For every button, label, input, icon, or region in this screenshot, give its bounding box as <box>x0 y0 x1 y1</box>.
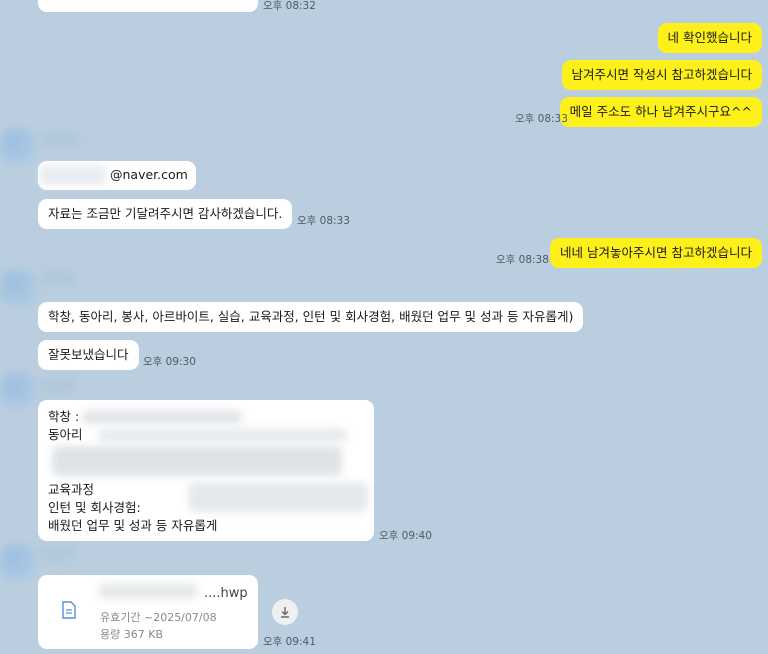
file-attachment-card[interactable]: ....hwp 유효기간 ~2025/07/08 용량 367 KB <box>38 575 298 649</box>
message-line: 인턴 및 회사경험: <box>48 500 141 515</box>
redacted-filename <box>98 583 198 599</box>
message-bubble-mine[interactable]: 남겨주시면 작성시 참고하겠습니다 <box>561 60 762 90</box>
redacted-text <box>188 482 368 512</box>
message-line: 학창 : <box>48 409 80 424</box>
message-text: 잘못보냈습니다 <box>48 347 129 362</box>
message-time: 오후 08:33 <box>297 215 350 227</box>
avatar[interactable] <box>0 128 36 164</box>
message-bubble-mine[interactable]: 메일 주소도 하나 남겨주시구요^^ <box>559 97 762 127</box>
message-bubble-mine[interactable]: 네네 남겨놓아주시면 참고하겠습니다 <box>550 238 762 268</box>
message-text: 네네 남겨놓아주시면 참고하겠습니다 <box>560 245 752 260</box>
message-time: 오후 08:38 <box>496 254 549 266</box>
message-text: @naver.com <box>110 167 188 182</box>
message-time: 오후 09:40 <box>379 530 432 542</box>
message-time: 오후 08:33 <box>515 113 568 125</box>
message-text: 네 확인했습니다 <box>667 30 752 45</box>
document-icon <box>62 601 76 619</box>
message-time: 오후 09:41 <box>263 636 316 648</box>
message-bubble-partial[interactable] <box>38 0 258 12</box>
redacted-text <box>82 410 242 424</box>
message-bubble-theirs[interactable]: @naver.com <box>38 161 196 190</box>
avatar[interactable] <box>0 270 36 306</box>
redacted-name <box>40 546 74 560</box>
message-line: 배웠던 업무 및 성과 등 자유롭게 <box>48 518 218 533</box>
message-line: 동아리 <box>48 427 83 442</box>
file-expiry: 유효기간 ~2025/07/08 <box>100 611 217 624</box>
download-icon <box>281 607 289 618</box>
redacted-name <box>40 272 76 286</box>
message-line: 교육과정 <box>48 482 95 497</box>
message-time: 오후 08:32 <box>263 0 316 12</box>
message-bubble-mine[interactable]: 네 확인했습니다 <box>657 23 762 53</box>
avatar[interactable] <box>0 372 36 408</box>
download-button[interactable] <box>272 599 298 625</box>
message-bubble-theirs[interactable]: 학창, 동아리, 봉사, 아르바이트, 실습, 교육과정, 인턴 및 회사경험,… <box>38 302 584 332</box>
redacted-text <box>52 446 342 476</box>
message-text: 자료는 조금만 기달려주시면 감사하겠습니다. <box>48 206 283 221</box>
message-bubble-theirs[interactable]: 잘못보냈습니다 <box>38 340 139 370</box>
file-name: ....hwp <box>204 586 248 601</box>
message-text: 메일 주소도 하나 남겨주시구요^^ <box>569 104 752 119</box>
avatar[interactable] <box>0 544 36 580</box>
message-bubble-theirs[interactable]: 학창 : 동아리 교육과정 인턴 및 회사경험: 배웠던 업무 및 성과 등 자… <box>38 400 374 541</box>
message-text: 학창, 동아리, 봉사, 아르바이트, 실습, 교육과정, 인턴 및 회사경험,… <box>48 309 574 324</box>
redacted-email <box>40 165 106 185</box>
redacted-text <box>98 428 348 442</box>
message-bubble-theirs[interactable]: 자료는 조금만 기달려주시면 감사하겠습니다. <box>38 199 293 229</box>
message-text: 남겨주시면 작성시 참고하겠습니다 <box>571 67 752 82</box>
message-time: 오후 09:30 <box>143 356 196 368</box>
file-size: 용량 367 KB <box>100 628 163 641</box>
redacted-name <box>40 132 80 146</box>
redacted-name <box>40 378 76 392</box>
